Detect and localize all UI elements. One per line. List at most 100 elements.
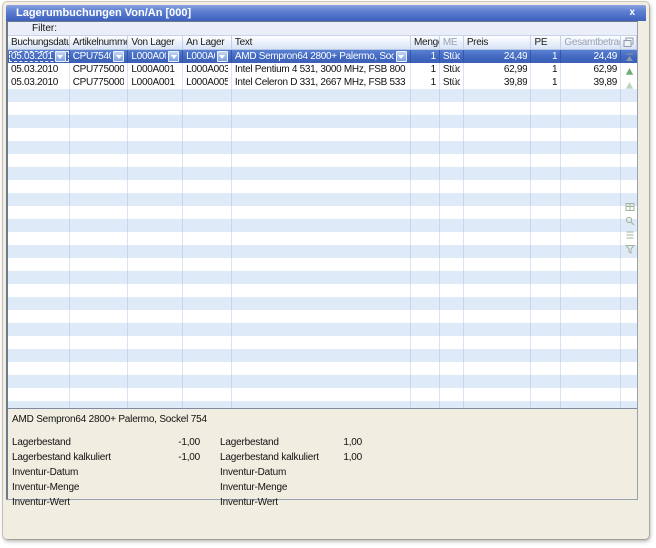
cell-preis[interactable]: 39,89 xyxy=(464,76,532,89)
cell-buchungsdatum xyxy=(8,180,70,193)
cell-pe[interactable]: 1 xyxy=(531,76,561,89)
cell-buchungsdatum xyxy=(8,362,70,375)
cell-text: 1 xyxy=(534,76,557,89)
empty-table-row xyxy=(8,323,637,336)
column-header-text[interactable]: Text xyxy=(232,36,411,50)
table-row[interactable]: 05.03.2010CPU77500002L000A001L000A005Int… xyxy=(8,76,637,89)
column-header-an_lager[interactable]: An Lager xyxy=(183,36,232,50)
cell-von_lager xyxy=(128,258,183,271)
cell-buchungsdatum[interactable]: 05.03.2010 xyxy=(8,63,70,76)
cell-text xyxy=(232,284,411,297)
empty-table-row xyxy=(8,89,637,102)
column-chooser-icon[interactable] xyxy=(621,36,637,50)
cell-buchungsdatum[interactable]: 05.03.2010 xyxy=(8,50,70,63)
filter-funnel-icon[interactable] xyxy=(624,243,635,254)
cell-an_lager[interactable]: L000A005 xyxy=(183,76,232,89)
column-header-buchungsdatum[interactable]: Buchungsdatum xyxy=(8,36,70,50)
table-row[interactable]: 05.03.2010CPU75400003L000A001L000A002AMD… xyxy=(8,50,637,63)
cell-gesamtbetrag xyxy=(561,323,621,336)
nav-up-icon[interactable] xyxy=(624,66,635,77)
search-icon[interactable] xyxy=(624,215,635,226)
dropdown-arrow-icon[interactable] xyxy=(396,51,407,62)
title-bar[interactable]: Lagerumbuchungen Von/An [000] x xyxy=(6,5,646,21)
cell-menge xyxy=(411,401,440,408)
cell-me xyxy=(440,336,464,349)
cell-gesamtbetrag[interactable]: 24,49 xyxy=(561,50,621,63)
nav-up-pale-icon[interactable] xyxy=(624,80,635,91)
cell-menge xyxy=(411,362,440,375)
column-header-von_lager[interactable]: Von Lager xyxy=(128,36,183,50)
column-header-me[interactable]: ME xyxy=(440,36,464,50)
cell-von_lager[interactable]: L000A001 xyxy=(128,76,183,89)
cell-text xyxy=(232,258,411,271)
cell-von_lager xyxy=(128,141,183,154)
cell-me[interactable]: Stück xyxy=(440,76,464,89)
detail-label-right: Inventur-Menge xyxy=(220,480,328,495)
cell-gesamtbetrag[interactable]: 62,99 xyxy=(561,63,621,76)
cell-text: 1 xyxy=(414,63,436,76)
cell-artikelnummer[interactable]: CPU77500001 xyxy=(70,63,129,76)
cell-artikelnummer[interactable]: CPU77500002 xyxy=(70,76,129,89)
detail-value-right xyxy=(328,465,362,480)
cell-menge[interactable]: 1 xyxy=(411,50,440,63)
cell-pe xyxy=(531,375,561,388)
cell-menge[interactable]: 1 xyxy=(411,76,440,89)
cell-artikelnummer[interactable]: CPU75400003 xyxy=(70,50,129,63)
dropdown-arrow-icon[interactable] xyxy=(168,51,179,62)
scroll-to-top-icon[interactable] xyxy=(624,52,635,63)
rail-cell xyxy=(621,180,637,193)
cell-gesamtbetrag xyxy=(561,336,621,349)
cell-von_lager xyxy=(128,271,183,284)
cell-pe xyxy=(531,128,561,141)
cell-gesamtbetrag xyxy=(561,219,621,232)
cell-me xyxy=(440,232,464,245)
dropdown-arrow-icon[interactable] xyxy=(217,51,228,62)
cell-preis[interactable]: 62,99 xyxy=(464,63,532,76)
filter-label: Filter: xyxy=(32,23,57,34)
cell-gesamtbetrag xyxy=(561,154,621,167)
cell-me xyxy=(440,245,464,258)
cell-pe[interactable]: 1 xyxy=(531,50,561,63)
cell-an_lager xyxy=(183,401,232,408)
rail-cell xyxy=(621,349,637,362)
column-header-menge[interactable]: Menge xyxy=(411,36,440,50)
empty-table-row xyxy=(8,297,637,310)
table-row[interactable]: 05.03.2010CPU77500001L000A001L000A003Int… xyxy=(8,63,637,76)
cell-an_lager[interactable]: L000A003 xyxy=(183,63,232,76)
sum-icon[interactable] xyxy=(624,229,635,240)
grid-view-icon[interactable] xyxy=(624,201,635,212)
close-icon[interactable]: x xyxy=(626,6,638,20)
cell-buchungsdatum[interactable]: 05.03.2010 xyxy=(8,76,70,89)
filter-row[interactable]: Filter: xyxy=(8,22,637,36)
cell-text: CPU77500002 xyxy=(73,76,125,89)
detail-label-left: Inventur-Menge xyxy=(12,480,170,495)
cell-von_lager[interactable]: L000A001 xyxy=(128,63,183,76)
cell-text[interactable]: Intel Pentium 4 531, 3000 MHz, FSB 800 M… xyxy=(232,63,411,76)
cell-text[interactable]: Intel Celeron D 331, 2667 MHz, FSB 533 M… xyxy=(232,76,411,89)
app-window: Lagerumbuchungen Von/An [000] x Filter: … xyxy=(3,2,649,539)
cell-gesamtbetrag xyxy=(561,375,621,388)
cell-menge[interactable]: 1 xyxy=(411,63,440,76)
dropdown-arrow-icon[interactable] xyxy=(55,51,66,62)
detail-label-right: Lagerbestand xyxy=(220,435,328,450)
cell-buchungsdatum xyxy=(8,245,70,258)
cell-artikelnummer xyxy=(70,258,129,271)
column-header-preis[interactable]: Preis xyxy=(464,36,532,50)
cell-menge xyxy=(411,310,440,323)
cell-pe[interactable]: 1 xyxy=(531,63,561,76)
column-header-gesamtbetrag[interactable]: Gesamtbetrag xyxy=(561,36,621,50)
column-header-pe[interactable]: PE xyxy=(531,36,561,50)
dropdown-arrow-icon[interactable] xyxy=(113,51,124,62)
cell-text[interactable]: AMD Sempron64 2800+ Palermo, Sockel 754 xyxy=(232,50,411,63)
cell-me xyxy=(440,349,464,362)
cell-me[interactable]: Stück xyxy=(440,63,464,76)
cell-preis[interactable]: 24,49 xyxy=(464,50,532,63)
cell-von_lager[interactable]: L000A001 xyxy=(128,50,183,63)
cell-gesamtbetrag[interactable]: 39,89 xyxy=(561,76,621,89)
cell-an_lager[interactable]: L000A002 xyxy=(183,50,232,63)
cell-me[interactable]: Stück xyxy=(440,50,464,63)
cell-von_lager xyxy=(128,336,183,349)
column-header-artikelnummer[interactable]: Artikelnummer xyxy=(70,36,129,50)
detail-value-left xyxy=(170,465,200,480)
cell-text: 62,99 xyxy=(564,63,617,76)
